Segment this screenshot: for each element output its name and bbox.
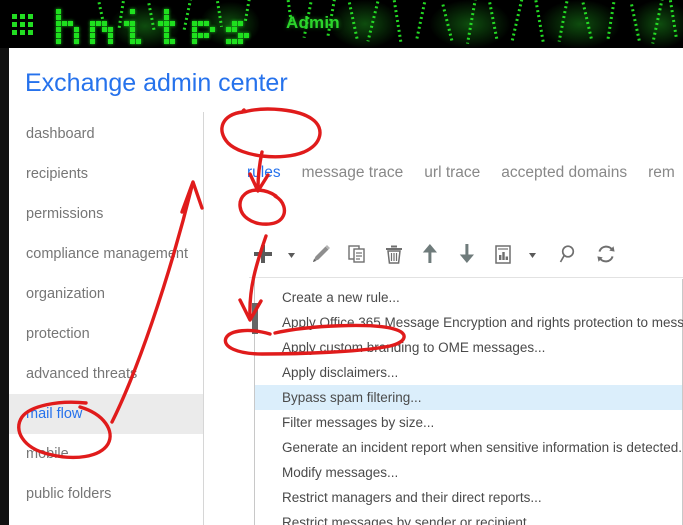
menu-item[interactable]: Bypass spam filtering...: [255, 385, 682, 410]
page-title: Exchange admin center: [25, 69, 288, 97]
menu-item-label: Create a new rule...: [282, 290, 400, 305]
sidebar-divider: [203, 112, 204, 525]
matrix-streak: [606, 0, 617, 42]
menu-item[interactable]: Restrict messages by sender or recipient…: [255, 510, 682, 525]
menu-item[interactable]: Apply disclaimers...: [255, 360, 682, 385]
new-dropdown-chevron-down-icon[interactable]: [285, 240, 298, 268]
tab-accepted-domains[interactable]: accepted domains: [501, 164, 627, 182]
delete-trash-icon[interactable]: [380, 240, 408, 268]
toolbar: [249, 240, 624, 272]
left-edge-rail: [0, 48, 9, 525]
matrix-streak: [581, 2, 594, 42]
sidebar-item-label: permissions: [26, 206, 104, 222]
menu-item[interactable]: Apply custom branding to OME messages...: [255, 335, 682, 360]
menu-item-label: Modify messages...: [282, 465, 399, 480]
sidebar-nav: dashboard recipients permissions compliance…: [9, 114, 204, 525]
brand-glyph-h: [56, 9, 82, 44]
sidebar-item-mobile[interactable]: mobile: [9, 434, 204, 474]
sidebar-item-label: organization: [26, 286, 105, 302]
page-body: Exchange admin center dashboard recipient…: [9, 48, 683, 525]
menu-item-label: Restrict messages by sender or recipient…: [282, 515, 538, 525]
menu-item-label: Apply custom branding to OME messages...: [282, 340, 546, 355]
matrix-streak: [414, 0, 429, 42]
search-icon[interactable]: [555, 240, 583, 268]
move-up-arrow-up-icon[interactable]: [416, 240, 444, 268]
sidebar-item-compliance-management[interactable]: compliance management: [9, 234, 204, 274]
sidebar-item-mail-flow[interactable]: mail flow: [9, 394, 204, 434]
matrix-streak: [534, 0, 545, 42]
new-button[interactable]: [249, 240, 277, 268]
sidebar-item-label: mail flow: [26, 406, 83, 422]
brand-glyph-p: [192, 9, 218, 44]
tab-bar: rules message trace url trace accepted doma…: [247, 164, 683, 190]
matrix-streak: [488, 2, 499, 42]
sidebar-item-label: public folders: [26, 486, 112, 502]
menu-item-label: Apply disclaimers...: [282, 365, 399, 380]
edit-pencil-icon[interactable]: [307, 240, 335, 268]
menu-item-label: Generate an incident report when sensiti…: [282, 440, 683, 455]
menu-item[interactable]: Apply Office 365 Message Encryption and …: [255, 310, 683, 335]
menu-item-label: Restrict managers and their direct repor…: [282, 490, 542, 505]
matrix-streak: [366, 0, 381, 42]
sidebar-item-organization[interactable]: organization: [9, 274, 204, 314]
matrix-streak: [392, 0, 403, 42]
matrix-streak: [441, 4, 454, 42]
menu-item[interactable]: Filter messages by size...: [255, 410, 682, 435]
sidebar-item-dashboard[interactable]: dashboard: [9, 114, 204, 154]
exchange-admin-center-screenshot: hmitps Admin Exchange admin center dashb…: [0, 0, 683, 525]
sidebar-item-label: mobile: [26, 446, 69, 462]
sidebar-item-public-folders[interactable]: public folders: [9, 474, 204, 514]
sidebar-item-recipients[interactable]: recipients: [9, 154, 204, 194]
move-down-arrow-down-icon[interactable]: [453, 240, 481, 268]
tab-rem[interactable]: rem: [648, 164, 675, 182]
matrix-streak: [630, 4, 641, 42]
sidebar-item-label: recipients: [26, 166, 89, 182]
menu-item-label: Filter messages by size...: [282, 415, 435, 430]
refresh-icon[interactable]: [592, 240, 620, 268]
reports-dropdown-chevron-down-icon[interactable]: [526, 240, 539, 268]
toolbar-divider: [249, 277, 683, 278]
tab-url-trace[interactable]: url trace: [424, 164, 480, 182]
copy-icon[interactable]: [343, 240, 371, 268]
sidebar-item-label: compliance management: [26, 246, 189, 262]
sidebar-item-label: protection: [26, 326, 90, 342]
menu-item[interactable]: Restrict managers and their direct repor…: [255, 485, 682, 510]
brand-glyph-t: [158, 9, 184, 44]
admin-label[interactable]: Admin: [286, 13, 340, 33]
matrix-streak: [651, 0, 664, 44]
suite-bar: hmitps Admin: [0, 0, 683, 48]
matrix-streak: [510, 0, 525, 42]
matrix-streak: [557, 0, 570, 42]
menu-item-label: Apply Office 365 Message Encryption and …: [282, 315, 683, 330]
brand-glyph-i: [124, 9, 150, 44]
matrix-glow: [330, 0, 400, 48]
matrix-streak: [347, 2, 360, 42]
brand-logo[interactable]: [56, 6, 266, 44]
list-scrollbar-thumb[interactable]: [252, 303, 258, 334]
menu-item[interactable]: Create a new rule...: [255, 285, 682, 310]
menu-item-label: Bypass spam filtering...: [282, 390, 422, 405]
brand-glyph-s: [226, 9, 252, 44]
new-rule-flyout-menu: Create a new rule... Apply Office 365 Mes…: [254, 279, 683, 525]
sidebar-item-label: advanced threats: [26, 366, 138, 382]
sidebar-item-protection[interactable]: protection: [9, 314, 204, 354]
app-launcher-waffle-icon[interactable]: [12, 14, 36, 36]
sidebar-item-advanced-threats[interactable]: advanced threats: [9, 354, 204, 394]
brand-glyph-m: [90, 9, 116, 44]
menu-item[interactable]: Modify messages...: [255, 460, 682, 485]
matrix-streak: [668, 0, 679, 40]
sidebar-item-label: dashboard: [26, 126, 95, 142]
matrix-streak: [466, 0, 477, 44]
sidebar-item-permissions[interactable]: permissions: [9, 194, 204, 234]
tab-rules[interactable]: rules: [247, 164, 281, 182]
tab-message-trace[interactable]: message trace: [302, 164, 404, 182]
reports-icon[interactable]: [489, 240, 517, 268]
menu-item[interactable]: Generate an incident report when sensiti…: [255, 435, 683, 460]
